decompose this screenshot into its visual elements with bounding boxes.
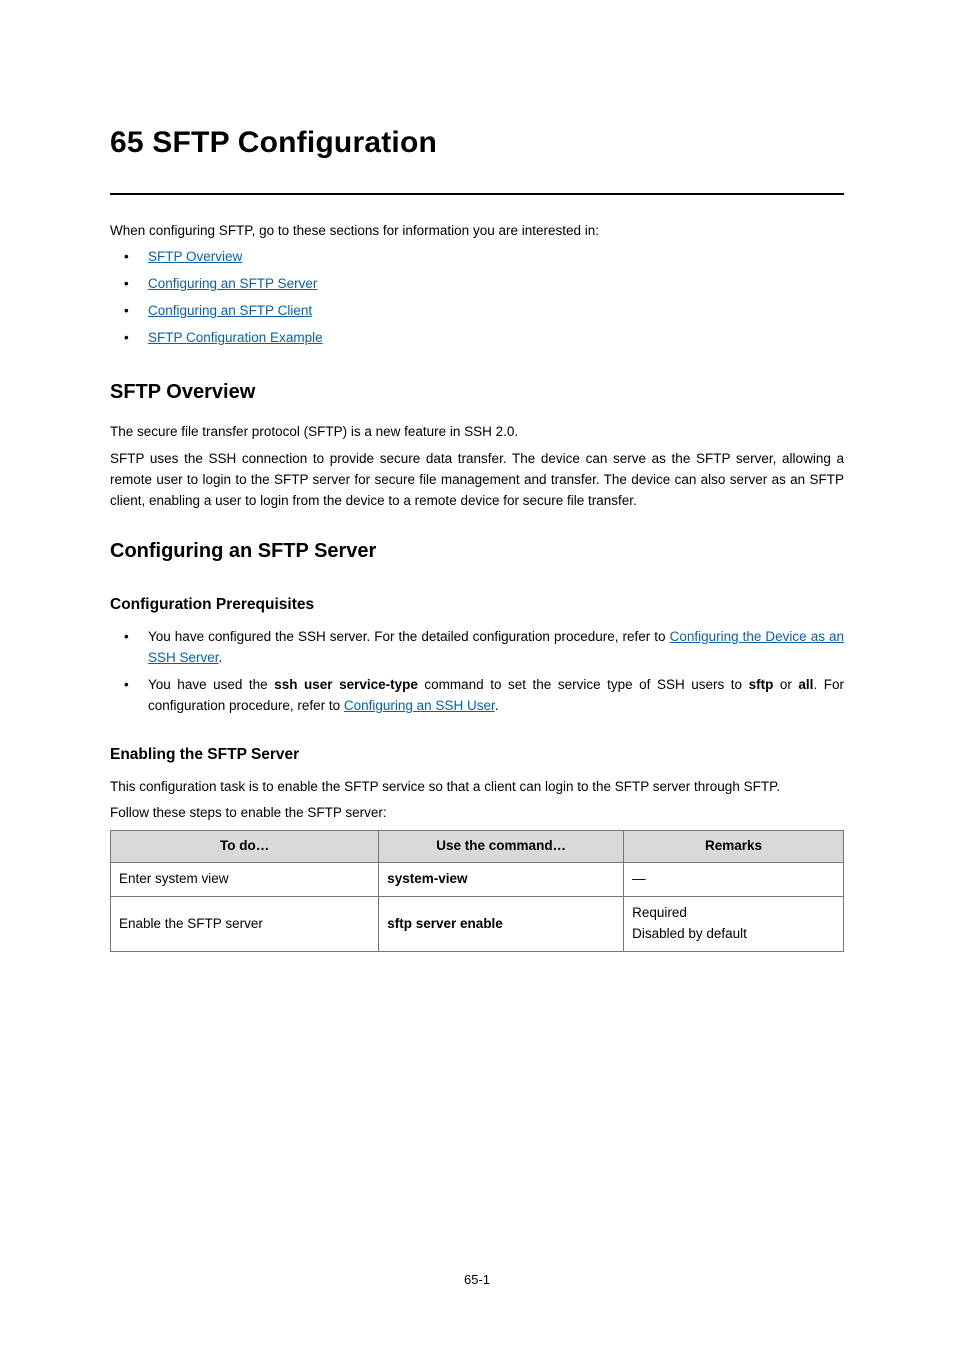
title-rule: [110, 193, 844, 195]
keyword-all: all: [798, 677, 813, 692]
cell-todo: Enable the SFTP server: [111, 897, 379, 952]
list-item: Configuring an SFTP Client: [124, 301, 844, 322]
cell-remarks: —: [624, 863, 844, 897]
keyword-sftp: sftp: [749, 677, 774, 692]
table-row: Enable the SFTP server sftp server enabl…: [111, 897, 844, 952]
cell-command: system-view: [379, 863, 624, 897]
enable-p2: Follow these steps to enable the SFTP se…: [110, 803, 844, 824]
col-command: Use the command…: [379, 831, 624, 863]
list-item: You have configured the SSH server. For …: [124, 627, 844, 669]
col-remarks: Remarks: [624, 831, 844, 863]
text: command to set the service type of SSH u…: [418, 677, 749, 692]
cell-remarks: Required Disabled by default: [624, 897, 844, 952]
link-sftp-config-example[interactable]: SFTP Configuration Example: [148, 330, 323, 345]
heading-sftp-overview: SFTP Overview: [110, 377, 844, 408]
chapter-title: 65 SFTP Configuration: [110, 120, 844, 167]
text: .: [495, 698, 499, 713]
text: or: [773, 677, 798, 692]
page-number: 65-1: [0, 1270, 954, 1290]
prereq-list: You have configured the SSH server. For …: [124, 627, 844, 717]
list-item: You have used the ssh user service-type …: [124, 675, 844, 717]
text: You have used the: [148, 677, 274, 692]
intro-paragraph: When configuring SFTP, go to these secti…: [110, 221, 844, 242]
text: You have configured the SSH server. For …: [148, 629, 670, 644]
link-sftp-overview[interactable]: SFTP Overview: [148, 249, 242, 264]
heading-config-prereq: Configuration Prerequisites: [110, 593, 844, 617]
link-configuring-sftp-server[interactable]: Configuring an SFTP Server: [148, 276, 317, 291]
cell-todo: Enter system view: [111, 863, 379, 897]
config-table: To do… Use the command… Remarks Enter sy…: [110, 830, 844, 952]
enable-p1: This configuration task is to enable the…: [110, 777, 844, 798]
cell-command: sftp server enable: [379, 897, 624, 952]
table-header-row: To do… Use the command… Remarks: [111, 831, 844, 863]
overview-p2: SFTP uses the SSH connection to provide …: [110, 449, 844, 512]
col-todo: To do…: [111, 831, 379, 863]
list-item: SFTP Configuration Example: [124, 328, 844, 349]
link-config-ssh-user[interactable]: Configuring an SSH User: [344, 698, 495, 713]
link-configuring-sftp-client[interactable]: Configuring an SFTP Client: [148, 303, 312, 318]
heading-enable-sftp-server: Enabling the SFTP Server: [110, 743, 844, 767]
list-item: SFTP Overview: [124, 247, 844, 268]
text: .: [219, 650, 223, 665]
list-item: Configuring an SFTP Server: [124, 274, 844, 295]
command-text: ssh user service-type: [274, 677, 418, 692]
toc-list: SFTP Overview Configuring an SFTP Server…: [124, 247, 844, 349]
overview-p1: The secure file transfer protocol (SFTP)…: [110, 422, 844, 443]
heading-configuring-sftp-server: Configuring an SFTP Server: [110, 536, 844, 567]
table-row: Enter system view system-view —: [111, 863, 844, 897]
